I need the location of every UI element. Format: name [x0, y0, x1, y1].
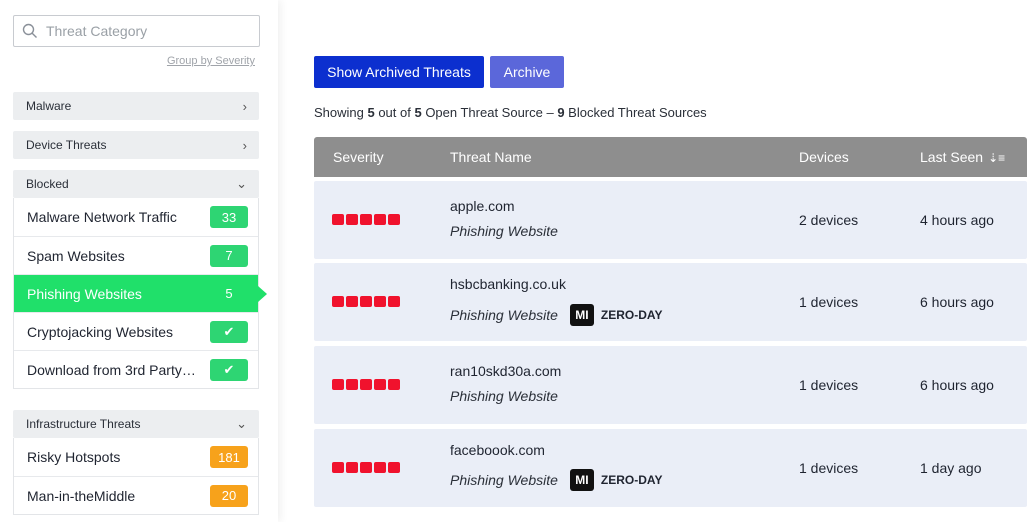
mi-logo-icon: MI	[569, 304, 594, 326]
item-label: Phishing Websites	[27, 285, 142, 302]
header-severity[interactable]: Severity	[333, 149, 384, 165]
count-badge: 5	[225, 286, 233, 301]
sidebar-item-cryptojacking-websites[interactable]: Cryptojacking Websites ✔	[14, 312, 258, 350]
header-last-seen-label: Last Seen	[920, 149, 984, 165]
device-count: 1 devices	[799, 377, 859, 393]
item-label: Spam Websites	[27, 247, 125, 264]
device-count: 2 devices	[799, 212, 859, 228]
threat-name: ran10skd30a.com	[450, 363, 562, 379]
count-badge: 7	[210, 244, 248, 267]
summary-text: out of	[374, 105, 415, 120]
item-label: Man-in-theMiddle	[27, 487, 136, 504]
shown-count: 5	[367, 105, 375, 120]
zero-day-tag: MI ZERO-DAY	[569, 469, 663, 491]
severity-indicator	[332, 296, 400, 307]
sidebar-item-download-3rd-party[interactable]: Download from 3rd Party Stores ✔	[14, 350, 258, 388]
last-seen: 6 hours ago	[920, 377, 994, 393]
table-row[interactable]: faceboook.com Phishing Website MI ZERO-DA…	[314, 429, 1027, 507]
category-infrastructure-threats[interactable]: Infrastructure Threats ⌄	[13, 410, 259, 438]
threat-name: hsbcbanking.co.uk	[450, 276, 566, 292]
blocked-count: 9	[557, 105, 565, 120]
zero-day-tag: MI ZERO-DAY	[569, 304, 663, 326]
last-seen: 4 hours ago	[920, 212, 994, 228]
summary-text: Blocked Threat Sources	[564, 105, 707, 120]
sidebar: Group by Severity Malware › Device Threa…	[0, 0, 278, 522]
table-header: Severity Threat Name Devices Last Seen ⇣≡	[314, 137, 1027, 177]
blocked-list: Malware Network Traffic 33 Spam Websites…	[13, 198, 267, 389]
table-row[interactable]: ran10skd30a.com Phishing Website 1 devic…	[314, 346, 1027, 424]
threat-name: faceboook.com	[450, 442, 545, 458]
threat-type: Phishing Website	[450, 223, 558, 239]
chevron-right-icon: ›	[242, 137, 247, 153]
severity-indicator	[332, 379, 400, 390]
item-label: Risky Hotspots	[27, 449, 121, 465]
group-by-severity-link[interactable]: Group by Severity	[167, 55, 255, 67]
category-blocked[interactable]: Blocked ⌄	[13, 170, 259, 198]
sidebar-item-phishing-websites[interactable]: Phishing Websites 5	[14, 274, 267, 312]
threat-type-label: Phishing Website	[450, 223, 558, 239]
chevron-down-icon: ⌄	[236, 416, 247, 431]
threat-type: Phishing Website MI ZERO-DAY	[450, 469, 663, 491]
item-label: Download from 3rd Party Stores	[27, 361, 197, 378]
summary-text: Showing	[314, 105, 368, 120]
checkmark-icon: ✔	[210, 358, 248, 381]
sidebar-item-malware-network-traffic[interactable]: Malware Network Traffic 33	[14, 198, 258, 236]
chevron-down-icon: ⌄	[236, 176, 247, 191]
threat-type: Phishing Website MI ZERO-DAY	[450, 304, 663, 326]
zero-day-label: ZERO-DAY	[600, 308, 663, 322]
checkmark-icon: ✔	[210, 320, 248, 343]
last-seen: 6 hours ago	[920, 294, 994, 310]
sort-descending-icon[interactable]: ⇣≡	[988, 151, 1005, 165]
threat-type-label: Phishing Website	[450, 472, 558, 488]
category-device-threats[interactable]: Device Threats ›	[13, 131, 259, 159]
zero-day-label: ZERO-DAY	[600, 473, 663, 487]
severity-indicator	[332, 462, 400, 473]
search-box[interactable]	[13, 15, 260, 47]
last-seen: 1 day ago	[920, 460, 982, 476]
summary-text: Open Threat Source –	[421, 105, 558, 120]
device-count: 1 devices	[799, 294, 859, 310]
table-row[interactable]: hsbcbanking.co.uk Phishing Website MI ZER…	[314, 263, 1027, 341]
severity-indicator	[332, 214, 400, 225]
threat-type-label: Phishing Website	[450, 307, 558, 323]
count-badge: 20	[210, 484, 248, 507]
sidebar-item-risky-hotspots[interactable]: Risky Hotspots 181	[14, 438, 258, 476]
count-badge: 181	[210, 446, 248, 468]
search-input[interactable]	[46, 23, 246, 39]
category-label: Malware	[26, 99, 72, 113]
show-archived-threats-button[interactable]: Show Archived Threats	[314, 56, 484, 88]
infrastructure-list: Risky Hotspots 181 Man-in-theMiddle 20	[13, 438, 259, 515]
threat-type: Phishing Website	[450, 388, 558, 404]
sidebar-item-man-in-the-middle[interactable]: Man-in-theMiddle 20	[14, 476, 258, 514]
threat-summary: Showing 5 out of 5 Open Threat Source – …	[314, 105, 707, 120]
total-count: 5	[414, 105, 422, 120]
category-label: Device Threats	[26, 138, 107, 152]
table-row[interactable]: apple.com Phishing Website 2 devices 4 h…	[314, 181, 1027, 259]
sidebar-item-spam-websites[interactable]: Spam Websites 7	[14, 236, 258, 274]
category-label: Blocked	[26, 177, 69, 191]
header-threat-name[interactable]: Threat Name	[450, 149, 532, 165]
header-last-seen[interactable]: Last Seen ⇣≡	[920, 149, 1005, 165]
mi-logo-icon: MI	[569, 469, 594, 491]
threat-type-label: Phishing Website	[450, 388, 558, 404]
category-label: Infrastructure Threats	[26, 417, 141, 431]
item-label: Cryptojacking Websites	[27, 323, 174, 340]
count-badge: 33	[210, 206, 248, 228]
category-malware[interactable]: Malware ›	[13, 92, 259, 120]
search-icon	[22, 23, 37, 38]
chevron-right-icon: ›	[242, 98, 247, 114]
item-label: Malware Network Traffic	[27, 209, 177, 225]
device-count: 1 devices	[799, 460, 859, 476]
threat-name: apple.com	[450, 198, 515, 214]
header-devices[interactable]: Devices	[799, 149, 849, 165]
archive-button[interactable]: Archive	[490, 56, 564, 88]
